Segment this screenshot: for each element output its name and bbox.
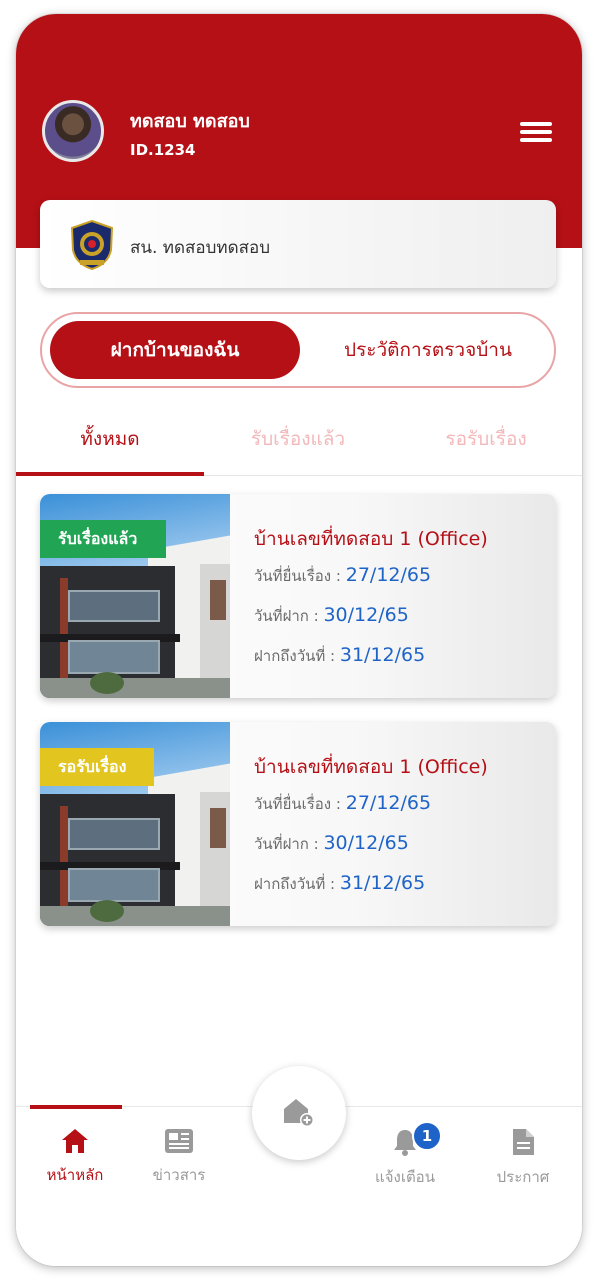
deposit-date-label: วันที่ฝาก : bbox=[254, 607, 319, 625]
deposit-date-row: วันที่ฝาก : 30/12/65 bbox=[254, 832, 409, 856]
active-tab-indicator bbox=[16, 472, 204, 476]
hamburger-menu-icon[interactable] bbox=[520, 120, 554, 146]
station-card[interactable]: สน. ทดสอบทดสอบ bbox=[40, 200, 556, 288]
status-badge: รับเรื่องแล้ว bbox=[40, 520, 166, 558]
newspaper-icon bbox=[165, 1129, 193, 1153]
status-badge: รอรับเรื่อง bbox=[40, 748, 154, 786]
nav-announcements[interactable]: ประกาศ bbox=[478, 1127, 568, 1189]
notification-count-badge: 1 bbox=[412, 1121, 442, 1151]
deposit-date-value: 30/12/65 bbox=[323, 604, 409, 626]
deposit-date-row: วันที่ฝาก : 30/12/65 bbox=[254, 604, 409, 628]
user-name: ทดสอบ ทดสอบ bbox=[130, 111, 250, 132]
deposit-date-label: วันที่ฝาก : bbox=[254, 835, 319, 853]
nav-notifications[interactable]: 1 แจ้งเตือน bbox=[360, 1121, 450, 1189]
deposit-date-value: 30/12/65 bbox=[323, 832, 409, 854]
submit-date-value: 27/12/65 bbox=[345, 564, 432, 586]
house-title: บ้านเลขที่ทดสอบ 1 (Office) bbox=[254, 756, 488, 778]
police-badge-icon bbox=[70, 220, 114, 270]
station-name: สน. ทดสอบทดสอบ bbox=[130, 238, 271, 258]
house-card[interactable]: รับเรื่องแล้ว บ้านเลขที่ทดสอบ 1 (Office)… bbox=[40, 494, 556, 698]
deposit-until-row: ฝากถึงวันที่ : 31/12/65 bbox=[254, 644, 425, 668]
add-house-button[interactable] bbox=[252, 1066, 346, 1160]
house-card[interactable]: รอรับเรื่อง บ้านเลขที่ทดสอบ 1 (Office) ว… bbox=[40, 722, 556, 926]
tab-inspection-history[interactable]: ประวัติการตรวจบ้าน bbox=[310, 321, 546, 379]
tab-my-house[interactable]: ฝากบ้านของฉัน bbox=[50, 321, 300, 379]
nav-news-label: ข่าวสาร bbox=[152, 1166, 206, 1184]
nav-news[interactable]: ข่าวสาร bbox=[134, 1127, 224, 1187]
submit-date-value: 27/12/65 bbox=[345, 792, 432, 814]
deposit-until-value: 31/12/65 bbox=[339, 872, 426, 894]
deposit-until-value: 31/12/65 bbox=[339, 644, 426, 666]
deposit-until-label: ฝากถึงวันที่ : bbox=[254, 647, 336, 665]
tab-accepted[interactable]: รับเรื่องแล้ว bbox=[204, 424, 392, 454]
submit-date-label: วันที่ยื่นเรื่อง : bbox=[254, 795, 341, 813]
deposit-until-row: ฝากถึงวันที่ : 31/12/65 bbox=[254, 872, 425, 896]
nav-notifications-label: แจ้งเตือน bbox=[375, 1168, 435, 1186]
home-icon bbox=[62, 1129, 88, 1153]
phone-frame: ทดสอบ ทดสอบ ID.1234 สน. ทดสอบทดสอบ ฝากบ้… bbox=[16, 14, 582, 1266]
submit-date-label: วันที่ยื่นเรื่อง : bbox=[254, 567, 341, 585]
tab-waiting[interactable]: รอรับเรื่อง bbox=[392, 424, 580, 454]
nav-announcements-label: ประกาศ bbox=[496, 1168, 550, 1186]
nav-home-label: หน้าหลัก bbox=[46, 1166, 104, 1184]
avatar[interactable] bbox=[42, 100, 104, 162]
deposit-until-label: ฝากถึงวันที่ : bbox=[254, 875, 336, 893]
house-title: บ้านเลขที่ทดสอบ 1 (Office) bbox=[254, 528, 488, 550]
filter-tabs: ทั้งหมด รับเรื่องแล้ว รอรับเรื่อง bbox=[16, 414, 582, 476]
submit-date-row: วันที่ยื่นเรื่อง : 27/12/65 bbox=[254, 564, 431, 588]
segmented-control: ฝากบ้านของฉัน ประวัติการตรวจบ้าน bbox=[40, 312, 556, 388]
nav-home[interactable]: หน้าหลัก bbox=[30, 1127, 120, 1187]
user-id: ID.1234 bbox=[130, 141, 196, 159]
nav-active-indicator bbox=[30, 1105, 122, 1109]
submit-date-row: วันที่ยื่นเรื่อง : 27/12/65 bbox=[254, 792, 431, 816]
document-icon bbox=[513, 1129, 534, 1155]
house-add-icon bbox=[284, 1099, 314, 1127]
tab-all[interactable]: ทั้งหมด bbox=[16, 424, 204, 454]
